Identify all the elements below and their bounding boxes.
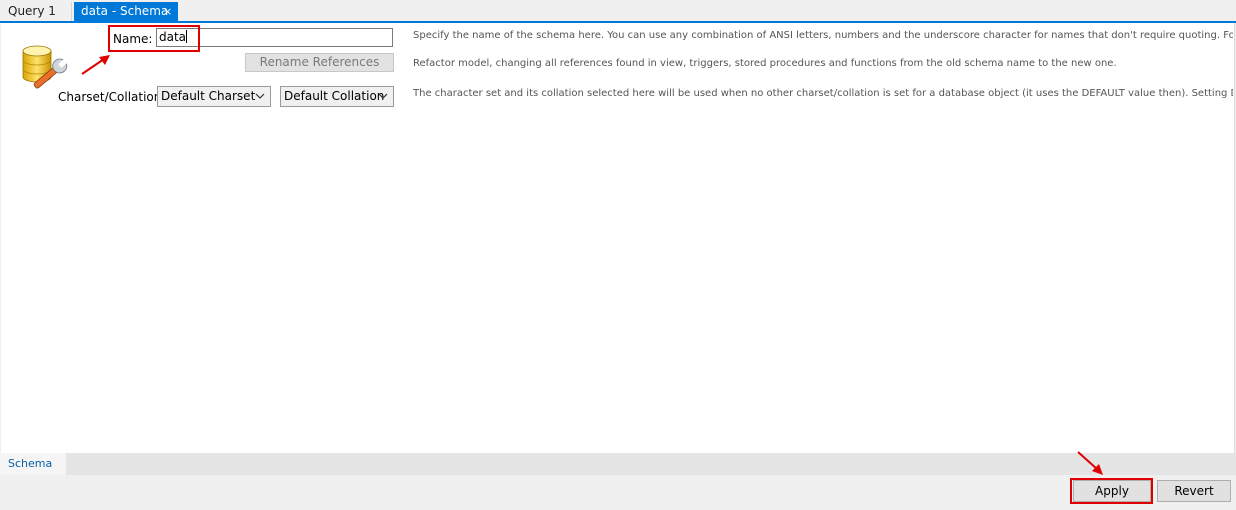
- chevron-down-icon: [378, 93, 388, 99]
- close-icon[interactable]: ×: [163, 2, 172, 21]
- apply-highlight-box: [1070, 478, 1153, 504]
- tab-bar: Query 1 data - Schema ×: [0, 0, 1236, 23]
- charset-collation-label: Charset/Collation:: [58, 90, 166, 104]
- name-highlight-box: [108, 25, 200, 52]
- revert-button[interactable]: Revert: [1157, 480, 1231, 502]
- bottom-tab-strip: Schema: [0, 453, 1236, 475]
- tab-data-schema[interactable]: data - Schema ×: [74, 2, 178, 22]
- tab-query-1[interactable]: Query 1: [0, 2, 72, 22]
- database-wrench-icon: [22, 45, 68, 89]
- name-description: Specify the name of the schema here. You…: [413, 30, 1233, 41]
- name-annotation-arrow: [81, 55, 110, 75]
- tab-query-1-label: Query 1: [8, 4, 56, 18]
- collation-select[interactable]: Default Collation: [280, 86, 394, 107]
- rename-references-button[interactable]: Rename References: [245, 53, 394, 72]
- collation-select-value: Default Collation: [284, 89, 385, 103]
- charset-description: The character set and its collation sele…: [413, 88, 1233, 99]
- tab-data-schema-label: data - Schema: [81, 4, 169, 18]
- apply-annotation-arrow: [1077, 451, 1103, 475]
- tab-schema[interactable]: Schema: [0, 453, 66, 475]
- schema-editor-panel: Name: data Rename References Charset/Col…: [1, 23, 1235, 453]
- rename-description: Refactor model, changing all references …: [413, 58, 1117, 69]
- charset-select-value: Default Charset: [161, 89, 256, 103]
- chevron-down-icon: [255, 93, 265, 99]
- charset-select[interactable]: Default Charset: [157, 86, 271, 107]
